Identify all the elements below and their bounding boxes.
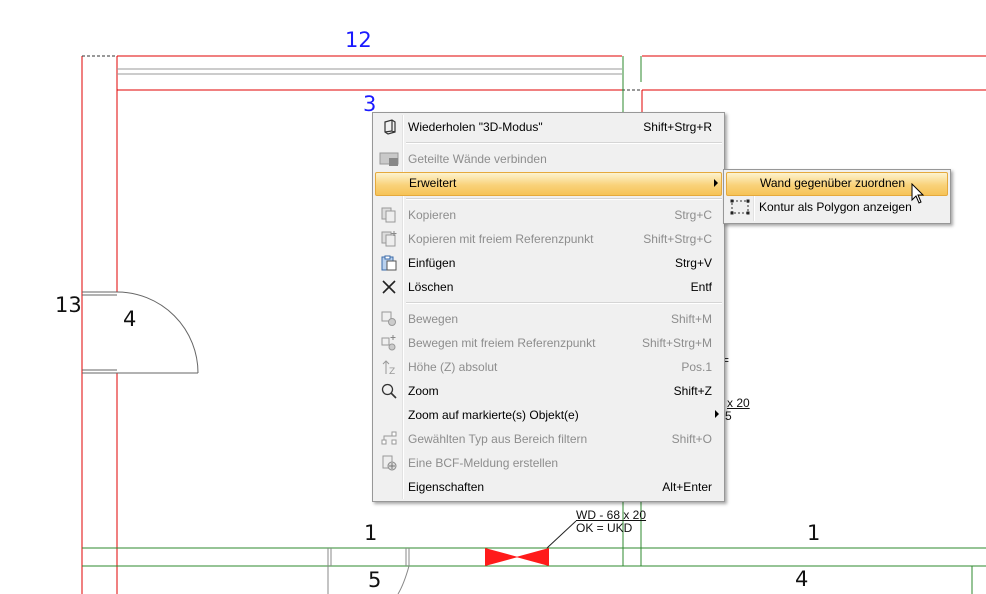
- side-annotation-5: 5: [725, 409, 732, 423]
- menu-item-label: Einfügen: [408, 256, 456, 270]
- menu-item-copy[interactable]: Kopieren Strg+C: [375, 204, 722, 226]
- menu-item-label: Kopieren mit freiem Referenzpunkt: [408, 232, 594, 246]
- paste-icon: [379, 254, 399, 272]
- wall-core-lines: [117, 68, 622, 75]
- menu-item-label: Geteilte Wände verbinden: [408, 152, 547, 166]
- menu-item-move-ref[interactable]: Bewegen mit freiem Referenzpunkt Shift+S…: [375, 332, 722, 354]
- menu-item-bcf[interactable]: Eine BCF-Meldung erstellen: [375, 452, 722, 474]
- menu-separator: [406, 198, 722, 200]
- menu-item-join-walls[interactable]: Geteilte Wände verbinden: [375, 148, 722, 170]
- polygon-outline-icon: [730, 198, 750, 216]
- menu-item-shortcut: Alt+Enter: [662, 480, 712, 494]
- context-menu: Wiederholen "3D-Modus" Shift+Strg+R Gete…: [372, 112, 725, 502]
- dashed-wall-edge: [82, 55, 642, 91]
- zoom-icon: [379, 382, 399, 400]
- menu-item-label: Zoom: [408, 384, 439, 398]
- submenu-arrow-icon: [714, 179, 718, 187]
- 3d-box-icon: [379, 118, 399, 136]
- menu-item-delete[interactable]: Löschen Entf: [375, 276, 722, 298]
- window-marker[interactable]: [485, 548, 518, 566]
- menu-item-label: Wand gegenüber zuordnen: [760, 176, 905, 190]
- dim-label-5: 5: [368, 568, 382, 592]
- menu-item-shortcut: Strg+V: [674, 256, 712, 270]
- menu-item-shortcut: Shift+Strg+C: [643, 232, 712, 246]
- menu-item-shortcut: Strg+C: [674, 208, 712, 222]
- menu-item-copy-ref[interactable]: Kopieren mit freiem Referenzpunkt Shift+…: [375, 228, 722, 250]
- dim-label-door-4: 4: [123, 307, 137, 331]
- height-z-icon: Z: [379, 358, 399, 376]
- menu-item-label: Zoom auf markierte(s) Objekt(e): [408, 408, 579, 422]
- filter-type-icon: [379, 430, 399, 448]
- menu-item-properties[interactable]: Eigenschaften Alt+Enter: [375, 476, 722, 498]
- dim-label-12: 12: [345, 28, 372, 52]
- menu-item-shortcut: Shift+Strg+M: [641, 336, 712, 350]
- menu-separator: [406, 142, 722, 144]
- wd-annotation: WD - 68 x 20: [576, 508, 647, 522]
- menu-item-shortcut: Shift+Z: [673, 384, 712, 398]
- mouse-pointer-icon: [911, 183, 925, 204]
- menu-item-label: Bewegen: [408, 312, 459, 326]
- door-left: [82, 291, 199, 374]
- move-ref-icon: [379, 334, 399, 352]
- window-marker-right[interactable]: [516, 548, 549, 566]
- side-annotation-x20: x 20: [727, 396, 750, 410]
- menu-item-shortcut: Shift+Strg+R: [643, 120, 712, 134]
- menu-item-shortcut: Entf: [690, 280, 712, 294]
- menu-item-label: Kontur als Polygon anzeigen: [759, 200, 912, 214]
- menu-item-label: Höhe (Z) absolut: [408, 360, 498, 374]
- menu-separator: [406, 302, 722, 304]
- menu-item-zoom-selected[interactable]: Zoom auf markierte(s) Objekt(e): [375, 404, 722, 426]
- menu-item-shortcut: Shift+M: [670, 312, 712, 326]
- menu-item-filter-type[interactable]: Gewählten Typ aus Bereich filtern Shift+…: [375, 428, 722, 450]
- menu-item-height-z[interactable]: Z Höhe (Z) absolut Pos.1: [375, 356, 722, 378]
- join-walls-icon: [379, 150, 399, 168]
- menu-item-repeat-3d[interactable]: Wiederholen "3D-Modus" Shift+Strg+R: [375, 116, 722, 138]
- menu-item-label: Kopieren: [408, 208, 457, 222]
- submenu-arrow-icon: [715, 410, 719, 418]
- menu-item-label: Bewegen mit freiem Referenzpunkt: [408, 336, 596, 350]
- menu-item-shortcut: Shift+O: [671, 432, 712, 446]
- bcf-icon: [379, 454, 399, 472]
- menu-item-erweitert[interactable]: Erweitert: [375, 172, 722, 196]
- dim-label-1-left: 1: [364, 521, 378, 545]
- move-icon: [379, 310, 399, 328]
- menu-item-paste[interactable]: Einfügen Strg+V: [375, 252, 722, 274]
- delete-x-icon: [379, 278, 399, 296]
- menu-item-move[interactable]: Bewegen Shift+M: [375, 308, 722, 330]
- menu-item-zoom[interactable]: Zoom Shift+Z: [375, 380, 722, 402]
- dim-label-4-bottom: 4: [795, 567, 809, 591]
- menu-item-label: Gewählten Typ aus Bereich filtern: [408, 432, 588, 446]
- copy-ref-icon: [379, 230, 399, 248]
- ok-annotation: OK = UKD: [576, 521, 633, 535]
- leader-line: [546, 520, 577, 549]
- dim-label-13: 13: [55, 293, 82, 317]
- dim-label-1-right: 1: [807, 521, 821, 545]
- menu-item-shortcut: Pos.1: [681, 360, 712, 374]
- copy-icon: [379, 206, 399, 224]
- svg-text:Z: Z: [389, 367, 395, 375]
- menu-item-label: Erweitert: [409, 176, 457, 190]
- menu-item-label: Eine BCF-Meldung erstellen: [408, 456, 559, 470]
- menu-item-label: Eigenschaften: [408, 480, 485, 494]
- menu-item-label: Wiederholen "3D-Modus": [408, 120, 543, 134]
- menu-item-label: Löschen: [408, 280, 454, 294]
